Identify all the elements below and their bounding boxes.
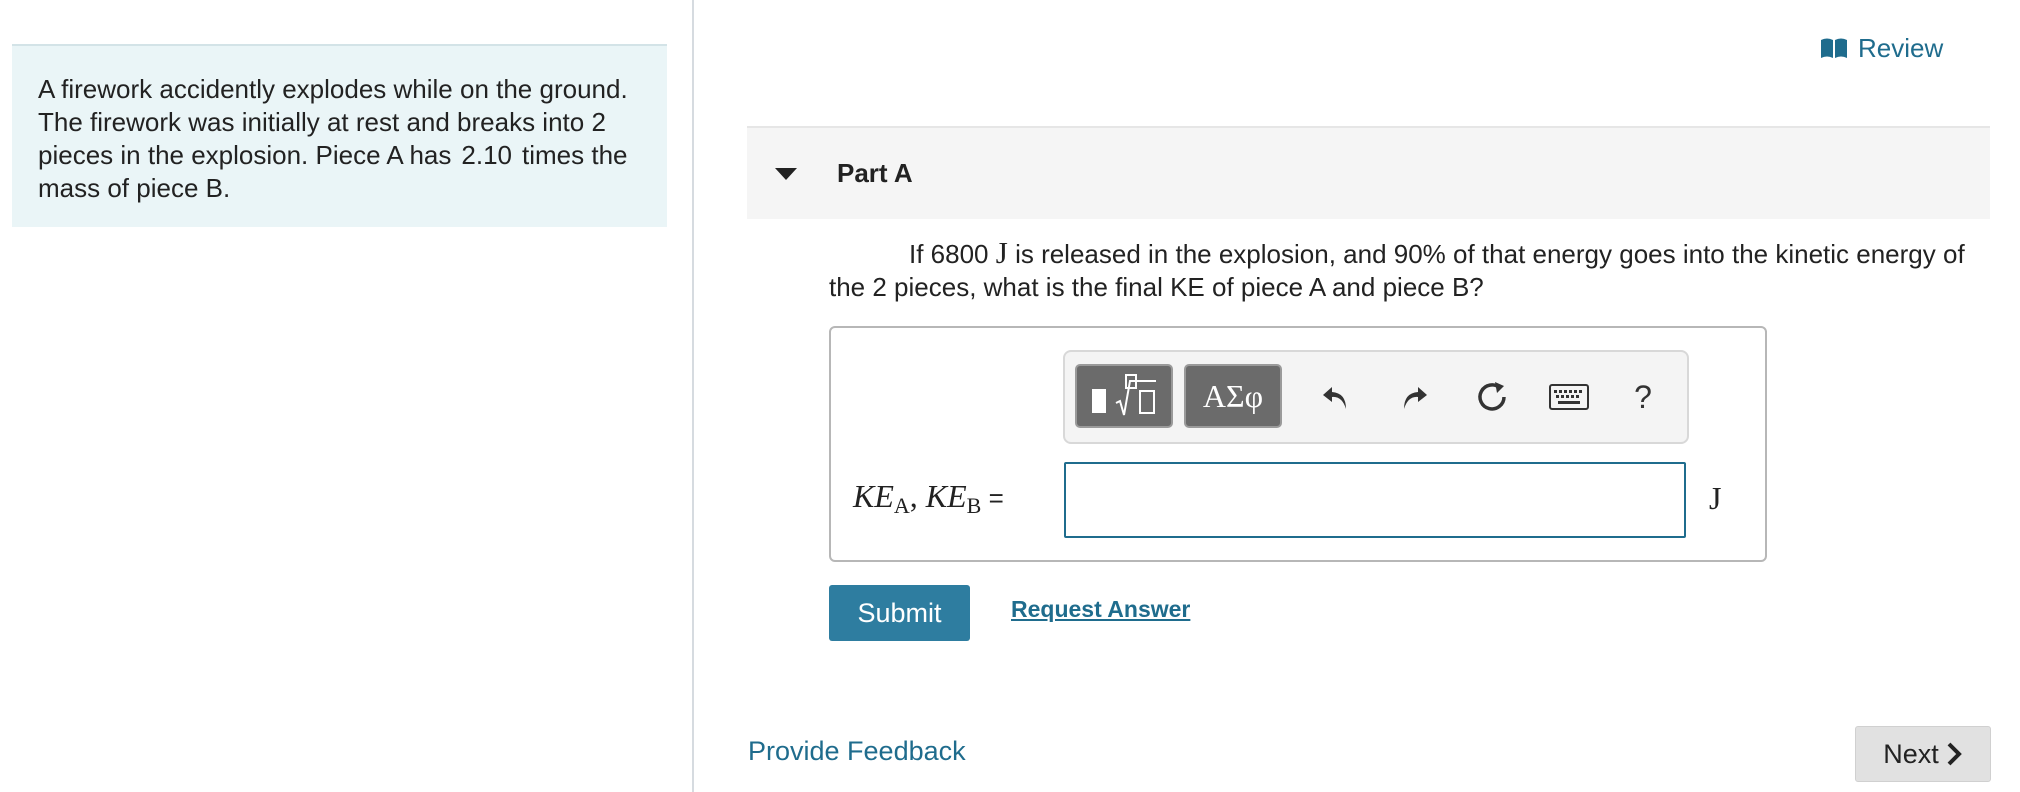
answer-input[interactable] [1064, 462, 1686, 538]
request-answer-link[interactable]: Request Answer [1011, 596, 1190, 623]
left-panel: A firework accidently explodes while on … [0, 0, 692, 792]
question-unit: J [995, 235, 1008, 270]
answer-label: KEA, KEB = [853, 478, 1004, 519]
question-pre: If 6800 [909, 239, 989, 269]
submit-button[interactable]: Submit [829, 585, 970, 641]
intro-mass-ratio: 2.10 [461, 140, 512, 170]
review-label: Review [1858, 32, 1944, 63]
equals-sign: = [981, 483, 1004, 513]
keyboard-icon [1549, 384, 1589, 410]
review-link[interactable]: Review [1820, 30, 1943, 66]
greek-symbols-button[interactable]: ΑΣφ [1184, 364, 1282, 428]
provide-feedback-link[interactable]: Provide Feedback [748, 736, 966, 767]
part-title: Part A [837, 158, 913, 188]
redo-button[interactable] [1391, 374, 1437, 420]
next-button[interactable]: Next [1855, 726, 1991, 782]
ke-a-subscript: A [893, 493, 910, 518]
answer-unit: J [1709, 480, 1722, 516]
ke-b-symbol: KE [925, 478, 967, 514]
fraction-root-templates-icon [1092, 374, 1156, 416]
problem-intro: A firework accidently explodes while on … [12, 44, 667, 227]
templates-button[interactable] [1075, 364, 1173, 428]
help-button[interactable]: ? [1620, 374, 1666, 420]
next-label: Next [1883, 738, 1939, 769]
reset-icon [1478, 382, 1506, 411]
chevron-right-icon [1947, 742, 1962, 766]
ke-a-symbol: KE [853, 478, 894, 514]
ke-separator: , [909, 478, 926, 514]
answer-box: ΑΣφ ? KEA, KEB = J [829, 326, 1767, 562]
panel-divider [692, 0, 694, 792]
caret-down-icon [775, 167, 797, 180]
ke-b-subscript: B [966, 493, 982, 518]
part-a-header[interactable]: Part A [747, 126, 1990, 219]
question-text: If 6800 J is released in the explosion, … [829, 236, 1989, 304]
redo-icon [1404, 387, 1427, 409]
keyboard-button[interactable] [1546, 374, 1592, 420]
reset-button[interactable] [1469, 374, 1515, 420]
book-icon [1821, 38, 1847, 58]
math-toolbar: ΑΣφ ? [1063, 350, 1689, 444]
undo-button[interactable] [1313, 374, 1359, 420]
undo-icon [1323, 387, 1346, 409]
